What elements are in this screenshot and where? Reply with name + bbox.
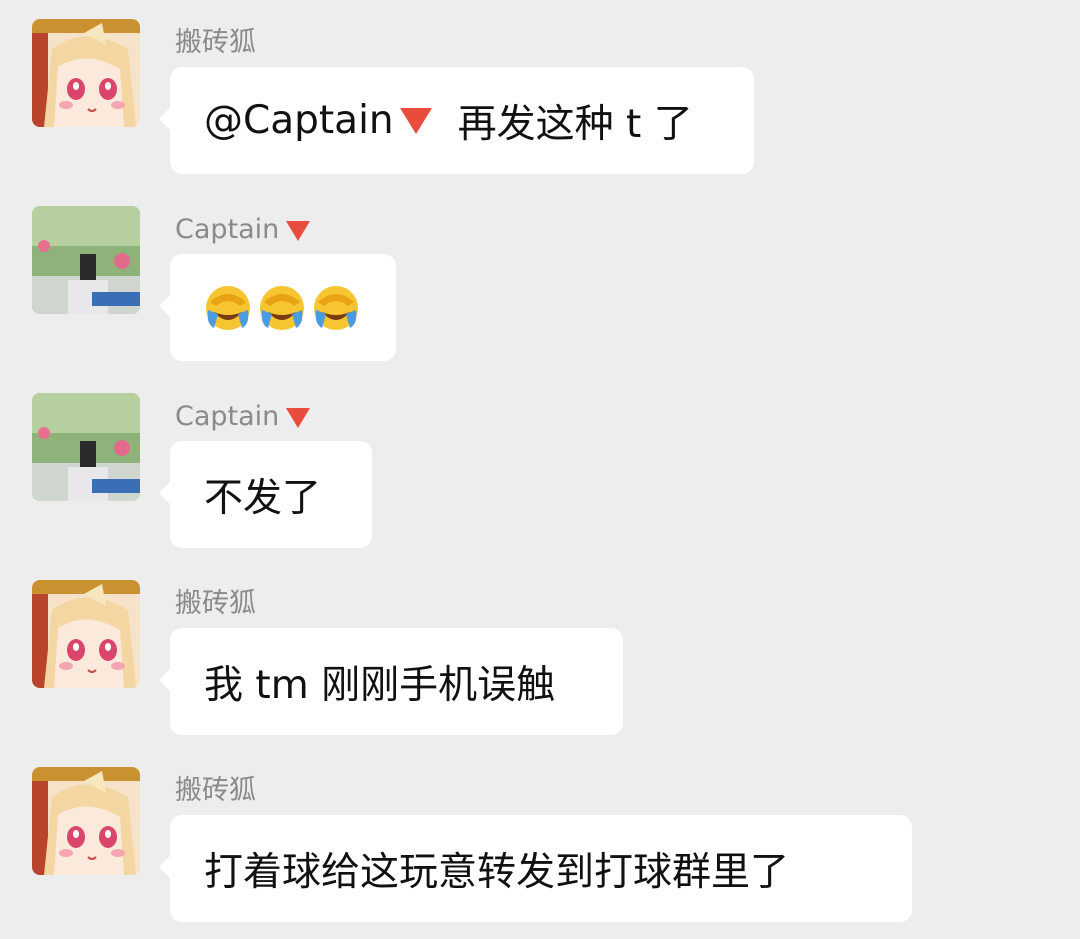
message-bubble[interactable]: 打着球给这玩意转发到打球群里了 bbox=[159, 815, 912, 922]
sender-avatar[interactable] bbox=[32, 206, 140, 314]
message-bubble[interactable] bbox=[159, 254, 396, 361]
red-triangle-icon bbox=[399, 107, 432, 134]
message-text: 不发了 bbox=[204, 475, 322, 521]
sender-avatar[interactable] bbox=[32, 580, 140, 688]
photo-avatar-icon bbox=[32, 206, 140, 314]
message-bubble[interactable]: 我 tm 刚刚手机误触 bbox=[159, 628, 623, 735]
red-triangle-icon bbox=[286, 221, 311, 241]
message-bubble[interactable]: @Captain 再发这种 t 了 bbox=[159, 67, 754, 174]
face-with-tears-of-joy-icon bbox=[204, 284, 252, 332]
message-text: 我 tm 刚刚手机误触 bbox=[204, 662, 556, 708]
anime-fox-girl-avatar-icon bbox=[32, 580, 140, 688]
sender-name: Captain bbox=[175, 401, 280, 432]
chat-message-list: 搬砖狐 @Captain 再发这种 t 了 Captain Captain 不发… bbox=[0, 0, 1080, 939]
anime-fox-girl-avatar-icon bbox=[32, 767, 140, 875]
sender-avatar[interactable] bbox=[32, 767, 140, 875]
message-bubble[interactable]: 不发了 bbox=[159, 441, 372, 548]
message-text: 再发这种 t 了 bbox=[457, 101, 693, 147]
sender-name: 搬砖狐 bbox=[175, 775, 256, 806]
face-with-tears-of-joy-icon bbox=[312, 284, 360, 332]
message-text: 打着球给这玩意转发到打球群里了 bbox=[204, 849, 790, 895]
sender-avatar[interactable] bbox=[32, 19, 140, 127]
sender-name-row: Captain bbox=[175, 210, 311, 250]
sender-name: 搬砖狐 bbox=[175, 588, 256, 619]
face-with-tears-of-joy-icon bbox=[258, 284, 306, 332]
mention-link[interactable]: @Captain bbox=[204, 98, 394, 143]
sender-name: Captain bbox=[175, 214, 280, 245]
photo-avatar-icon bbox=[32, 393, 140, 501]
red-triangle-icon bbox=[286, 408, 311, 428]
sender-avatar[interactable] bbox=[32, 393, 140, 501]
sender-name: 搬砖狐 bbox=[175, 27, 256, 58]
sender-name-row: Captain bbox=[175, 397, 311, 437]
anime-fox-girl-avatar-icon bbox=[32, 19, 140, 127]
